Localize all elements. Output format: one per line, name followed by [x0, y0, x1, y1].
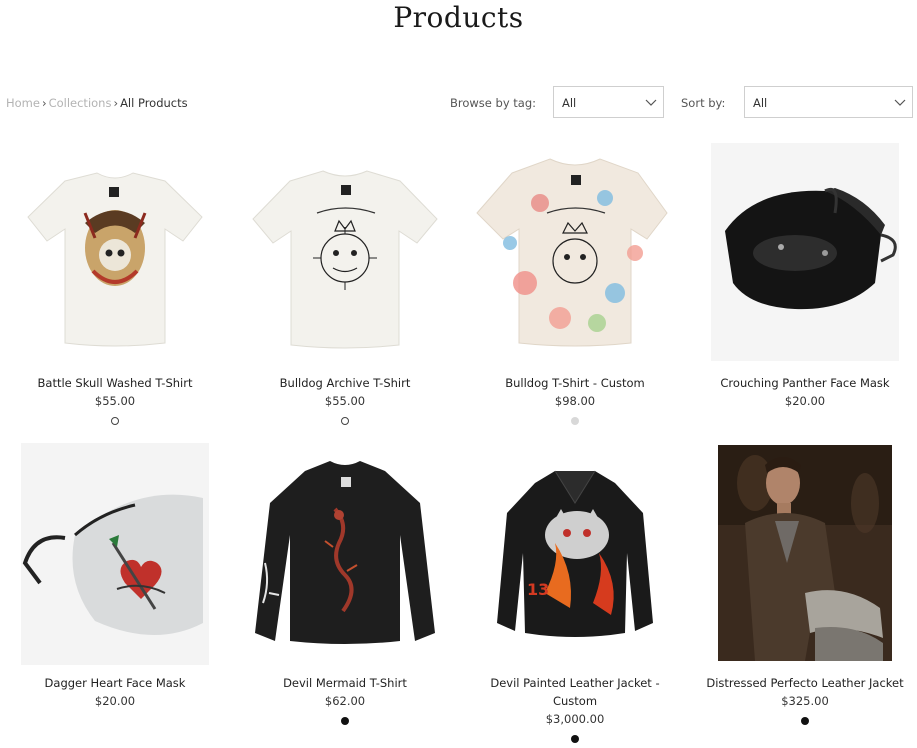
product-price: $62.00	[324, 694, 366, 708]
browse-by-tag-value: All	[562, 96, 577, 110]
color-swatch[interactable]	[341, 417, 349, 425]
chevron-down-icon	[894, 99, 906, 106]
breadcrumb-separator: ›	[41, 96, 47, 110]
product-price: $55.00	[324, 394, 366, 408]
product-name-line-2[interactable]: Custom	[465, 692, 685, 710]
product-price: $20.00	[784, 394, 826, 408]
product-name[interactable]: Distressed Perfecto Leather Jacket	[695, 674, 915, 692]
product-price: $55.00	[94, 394, 136, 408]
product-name[interactable]: Bulldog Archive T-Shirt	[235, 374, 455, 392]
breadcrumb-collections-link[interactable]: Collections	[49, 96, 112, 110]
product-image-crouching-panther-mask[interactable]	[695, 143, 915, 365]
product-image-bulldog-custom-tshirt[interactable]	[465, 143, 685, 365]
product-name[interactable]: Bulldog T-Shirt - Custom	[465, 374, 685, 392]
color-swatch[interactable]	[571, 417, 579, 425]
sort-by-label: Sort by:	[681, 96, 726, 110]
color-swatch[interactable]	[801, 717, 809, 725]
product-name-line-1[interactable]: Devil Painted Leather Jacket -	[465, 674, 685, 692]
breadcrumb-separator: ›	[113, 96, 119, 110]
product-price: $325.00	[781, 694, 829, 708]
breadcrumb: Home › Collections › All Products	[6, 96, 188, 110]
sort-by-select[interactable]: All	[744, 86, 913, 118]
product-name[interactable]: Battle Skull Washed T-Shirt	[5, 374, 225, 392]
color-swatch[interactable]	[571, 735, 579, 743]
chevron-down-icon	[645, 99, 657, 106]
svg-text:13: 13	[527, 580, 549, 599]
product-price: $20.00	[94, 694, 136, 708]
sort-by-value: All	[753, 96, 768, 110]
product-image-dagger-heart-mask[interactable]	[5, 443, 225, 665]
product-image-distressed-perfecto-jacket[interactable]	[695, 443, 915, 665]
product-name[interactable]: Dagger Heart Face Mask	[5, 674, 225, 692]
breadcrumb-current: All Products	[120, 96, 188, 110]
product-image-devil-mermaid-tshirt[interactable]	[235, 443, 455, 665]
breadcrumb-home-link[interactable]: Home	[6, 96, 40, 110]
product-price: $98.00	[554, 394, 596, 408]
product-image-devil-painted-leather-jacket[interactable]: 13	[465, 443, 685, 665]
color-swatch[interactable]	[341, 717, 349, 725]
product-image-battle-skull-tshirt[interactable]	[5, 143, 225, 365]
product-name[interactable]: Crouching Panther Face Mask	[695, 374, 915, 392]
product-name[interactable]: Devil Mermaid T-Shirt	[235, 674, 455, 692]
page-title: Products	[393, 1, 524, 34]
product-price: $3,000.00	[545, 712, 605, 726]
browse-by-tag-label: Browse by tag:	[450, 96, 537, 110]
browse-by-tag-select[interactable]: All	[553, 86, 664, 118]
product-image-bulldog-archive-tshirt[interactable]	[235, 143, 455, 365]
color-swatch[interactable]	[111, 417, 119, 425]
